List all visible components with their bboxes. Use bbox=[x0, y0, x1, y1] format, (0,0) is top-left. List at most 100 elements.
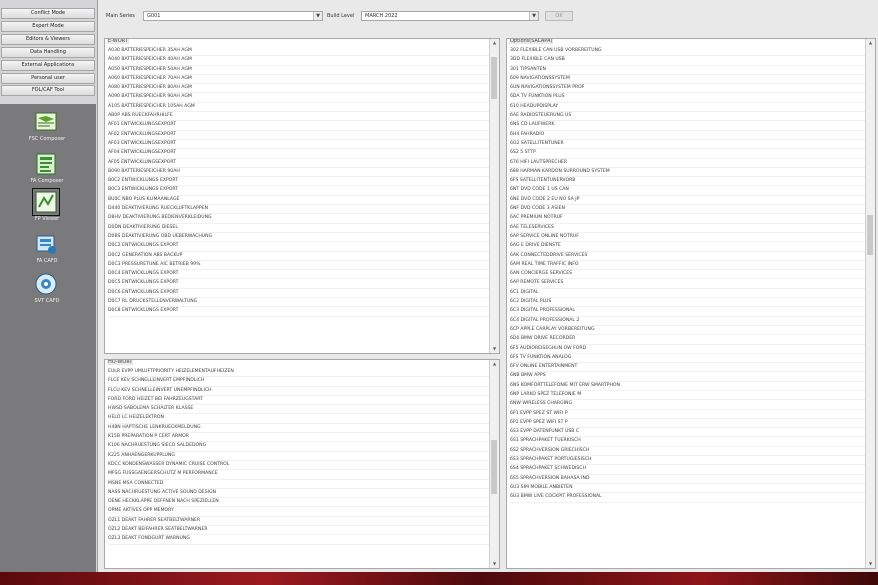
list-item[interactable]: H48N HAPTISCHE LENKRUECKMELDUNG bbox=[108, 424, 489, 434]
list-item[interactable]: MFSG FUSSGAENGERSCHUTZ M PERFORMANCE bbox=[108, 470, 489, 480]
list-item[interactable]: 3DD FLEXIBLE CAN USB bbox=[510, 56, 865, 66]
list-item[interactable]: A050 BATTERIESPEICHER 50AH AGM bbox=[108, 66, 489, 75]
scroll-up-icon[interactable]: ▲ bbox=[866, 39, 875, 47]
list-item[interactable]: 301 TIPSANTEN bbox=[510, 66, 865, 75]
menu-button[interactable]: Personal user bbox=[1, 72, 95, 84]
list-item[interactable]: HELO LC HEIZELEKTRON bbox=[108, 414, 489, 424]
list-item[interactable]: FLCU KEV SCHNELLEINVERT UNEMPFINDLICH bbox=[108, 387, 489, 396]
list-item[interactable]: D0BS DEAKTIVIERUNG OBD UEBERWACHUNG bbox=[108, 233, 489, 243]
build-level-select[interactable]: MARCH 2022 ▼ bbox=[361, 11, 539, 21]
list-item[interactable]: A060 BATTERIESPEICHER 70AH AGM bbox=[108, 75, 489, 85]
list-item[interactable]: OPME AKTIVES OPP MEMORY bbox=[108, 507, 489, 517]
list-item[interactable]: 6S4 SPRACHPAKET SCHWEDISCH bbox=[510, 465, 865, 475]
list-item[interactable]: HWSD SABOLEMA SCHALTER KLASSE bbox=[108, 405, 489, 415]
list-item[interactable]: 6S1 SPRACHPAKET TUERKISCH bbox=[510, 437, 865, 447]
menu-button[interactable]: External Applications bbox=[1, 59, 95, 71]
list-item[interactable]: EULR EVPP UMLUFTPRIORITY HEIZELEMENTAUFH… bbox=[108, 368, 489, 378]
list-item[interactable]: 6H4 FAHRADIO bbox=[510, 131, 865, 140]
list-item[interactable]: 6NE DVD CODE 2 EU NO SA JP bbox=[510, 196, 865, 206]
list-item[interactable]: 6NS CD LAUFWERK bbox=[510, 121, 865, 131]
list-item[interactable]: A030 BATTERIESPEICHER 35AH AGM bbox=[108, 47, 489, 57]
chevron-down-icon[interactable]: ▼ bbox=[313, 12, 322, 20]
list-item[interactable]: 6S2 SPRACHVERSION GRIECHISCH bbox=[510, 447, 865, 457]
list-item[interactable]: AF03 ENTWICKLUNGSEXPORT bbox=[108, 140, 489, 150]
list-item[interactable]: 6AG E DRIVE DIENSTE bbox=[510, 242, 865, 252]
tool-fa-composer[interactable]: FA Composer bbox=[20, 152, 74, 192]
list-item[interactable]: K15B PREPARATION P CERT ARMOR bbox=[108, 433, 489, 443]
list-item[interactable]: 6AP SERVICE ONLINE NOTRUF bbox=[510, 233, 865, 243]
list-item[interactable]: 6C2 DIGITAL PLUS bbox=[510, 298, 865, 308]
scrollbar[interactable]: ▲ ▼ bbox=[865, 39, 875, 568]
list-item[interactable]: 6D0 BMW DRIVE RECORDER bbox=[510, 335, 865, 345]
menu-button[interactable]: Data Handling bbox=[1, 46, 95, 58]
list-item[interactable]: 610 HEADUPDISPLAY bbox=[510, 103, 865, 113]
menu-button[interactable]: Editors & Viewers bbox=[1, 33, 95, 45]
list-item[interactable]: D0C5 ENTWICKLUNGS EXPORT bbox=[108, 279, 489, 289]
scroll-down-icon[interactable]: ▼ bbox=[866, 560, 875, 568]
list-item[interactable]: 6AP REMOTE SERVICES bbox=[510, 279, 865, 289]
list-item[interactable]: D0C2 GENERATION ABS BACKUP bbox=[108, 252, 489, 261]
tool-fa-cafd[interactable]: FA CAFD bbox=[20, 232, 74, 272]
list-item[interactable]: AF02 ENTWICKLUNGSEXPORT bbox=[108, 131, 489, 140]
list-item[interactable]: 6S3 SPRACHPAKET PORTUGIESISCH bbox=[510, 456, 865, 466]
tool-fsc-composer[interactable]: FSC Composer bbox=[20, 110, 74, 150]
list-item[interactable]: D0C8 ENTWICKLUNGS EXPORT bbox=[108, 307, 489, 317]
list-item[interactable]: D0C2 ENTWICKLUNGS EXPORT bbox=[108, 242, 489, 252]
ok-button[interactable]: OK bbox=[545, 11, 573, 21]
list-item[interactable]: 6AC PREMIUM NOTRUF bbox=[510, 214, 865, 224]
list-item[interactable]: 6C1 DIGITAL bbox=[510, 289, 865, 299]
list-item[interactable]: A040 BATTERIESPEICHER 40AH AGM bbox=[108, 56, 489, 66]
menu-button[interactable]: Expert Mode bbox=[1, 20, 95, 32]
scrollbar-thumb[interactable] bbox=[491, 440, 497, 494]
list-item[interactable]: 688 HARMAN KARDON SURROUND SYSTEM bbox=[510, 168, 865, 178]
list-item[interactable]: K225 ANHAENGERKUPPLUNG bbox=[108, 452, 489, 461]
list-item[interactable]: D0C7 RL DRUCKSTELLENVERWALTUNG bbox=[108, 298, 489, 308]
list-item[interactable]: 609 NAVIGATIONSSYSTEM bbox=[510, 75, 865, 85]
list-item[interactable]: 6NW WIRELESS CHARGING bbox=[510, 400, 865, 410]
list-item[interactable]: NASS NACHRUESTUNG ACTIVE SOUND DESIGN bbox=[108, 489, 489, 499]
list-item[interactable]: AF05 ENTWICKLUNGSEXPORT bbox=[108, 159, 489, 168]
list-item[interactable]: 6S3 EVPP DATENFUNKT USB C bbox=[510, 428, 865, 438]
list-item[interactable]: 6NT DVD CODE 1 US CAN bbox=[510, 186, 865, 196]
list-item[interactable]: 6C4 DIGITAL PROFESSIONAL 2 bbox=[510, 317, 865, 326]
list-item[interactable]: 6S5 SPRACHVERSION BAHASA IND bbox=[510, 475, 865, 484]
list-item[interactable]: 6AK CONNECTEDDRIVE SERVICES bbox=[510, 252, 865, 261]
list-item[interactable]: B0C2 ENTWICKLUNGS EXPORT bbox=[108, 177, 489, 187]
list-item[interactable]: OZL2 DEAKT BEIFAHRER SEATBELTWARNER bbox=[108, 526, 489, 536]
list-item[interactable]: D8HV DEAKTIVIERUNG BEDIENVERKLEIDUNG bbox=[108, 214, 489, 224]
list-item[interactable]: 6FV ONLINE ENTERTAINMENT bbox=[510, 363, 865, 373]
list-item[interactable]: OENE HECKKLAPPE OEFFNEN NACH SPEZIELLEN bbox=[108, 498, 489, 508]
list-item[interactable]: 6NF DVD CODE 3 ASIEN bbox=[510, 205, 865, 215]
list-item[interactable]: B090 BATTERIESPEICHER 90AH bbox=[108, 168, 489, 178]
scroll-up-icon[interactable]: ▲ bbox=[490, 39, 499, 47]
list-item[interactable]: FLCE KEV SCHNELLEINVERT EMPFINDLICH bbox=[108, 377, 489, 387]
list-item[interactable]: K106 NACHRUESTUNG SIECO SALDEDONG bbox=[108, 442, 489, 452]
main-series-select[interactable]: G001 ▼ bbox=[143, 11, 323, 21]
chevron-down-icon[interactable]: ▼ bbox=[529, 12, 538, 20]
list-item[interactable]: 6FS TV FUNKTION ANALOG bbox=[510, 354, 865, 364]
menu-button[interactable]: FDL/CAF Tool bbox=[1, 85, 95, 97]
list-item[interactable]: D0DN DEAKTIVIERUNG DIESEL bbox=[108, 224, 489, 233]
list-item[interactable]: 6CP APPLE CARPLAY VORBEREITUNG bbox=[510, 326, 865, 336]
list-item[interactable]: 6P2 EVPP SPEZ WIFI ST P bbox=[510, 419, 865, 429]
list-item[interactable]: A090 BATTERIESPEICHER 90AH AGM bbox=[108, 93, 489, 103]
list-item[interactable]: MSNE MSA CONNECTED bbox=[108, 480, 489, 489]
list-item[interactable]: 6AE TELESERVICES bbox=[510, 224, 865, 233]
list-item[interactable]: 6F5 AUDIOREISEGHUN OW FORD bbox=[510, 345, 865, 354]
list-item[interactable]: 6S2 5 STTP bbox=[510, 149, 865, 159]
list-item[interactable]: 6AM REAL TIME TRAFFIC INFO bbox=[510, 261, 865, 271]
list-item[interactable]: 6U3 SIM MOBILE ANBIETEN bbox=[510, 484, 865, 494]
list-item[interactable]: FORD FORD HEIZET BEI FAHRZEUGSTART bbox=[108, 396, 489, 406]
list-item[interactable]: AB0P ABS RUECKFAHRHILFE bbox=[108, 112, 489, 122]
list-item[interactable]: 6AE RADIOSTEUERUNG US bbox=[510, 112, 865, 122]
scroll-up-icon[interactable]: ▲ bbox=[490, 360, 499, 368]
list-item[interactable]: 6DA TV FUNKTION PLUS bbox=[510, 93, 865, 103]
list-item[interactable]: D440 DEAKTIVIERUNG RUECKLUFTKLAPPEN bbox=[108, 205, 489, 215]
list-item[interactable]: 6AN CONCIERGE SERVICES bbox=[510, 270, 865, 280]
scrollbar[interactable]: ▲ ▼ bbox=[489, 360, 499, 568]
menu-button[interactable]: Conflict Mode bbox=[1, 8, 95, 19]
list-item[interactable]: D0C6 ENTWICKLUNGS EXPORT bbox=[108, 289, 489, 299]
list-item[interactable]: 6O2 SATELLITENTUNER bbox=[510, 140, 865, 150]
scrollbar[interactable]: ▲ ▼ bbox=[489, 39, 499, 353]
list-item[interactable]: D0C3 PRESSURETUNE AIC BETRIEB 99% bbox=[108, 261, 489, 271]
